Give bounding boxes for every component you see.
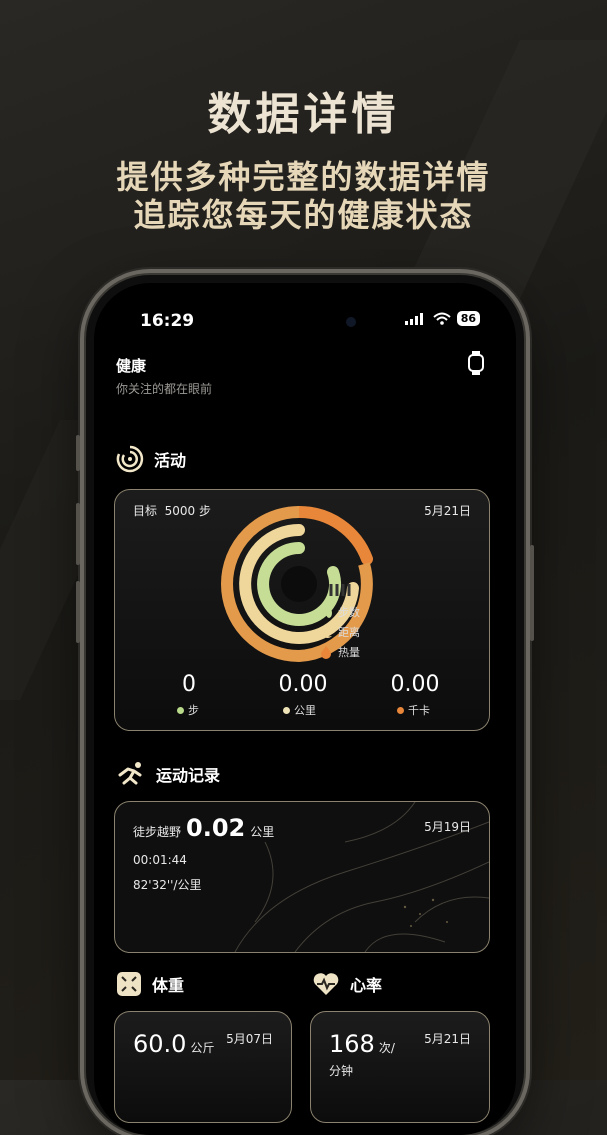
weight-reading: 60.0 公斤 (133, 1030, 214, 1058)
activity-rings-icon (116, 445, 144, 473)
workout-duration: 00:01:44 (133, 853, 187, 867)
page-subtitle: 你关注的都在眼前 (116, 382, 213, 396)
distance-value: 0.00 (278, 672, 328, 697)
legend-steps: 步数 (319, 602, 360, 622)
calories-unit: 千卡 (397, 702, 430, 718)
volume-up-button (76, 503, 80, 565)
distance-unit: 公里 (283, 702, 316, 718)
activity-date: 5月21日 (424, 504, 471, 518)
weight-title: 体重 (152, 976, 185, 995)
page-title: 健康 (116, 357, 147, 375)
moon-icon (321, 625, 332, 638)
scale-icon (117, 972, 141, 996)
workout-type: 徒步越野 (133, 825, 182, 839)
battery-indicator: 86 (456, 311, 480, 326)
legend-calories-label: 热量 (338, 646, 360, 659)
legend-steps-label: 步数 (338, 606, 360, 619)
promo-line-2: 追踪您每天的健康状态 (133, 196, 474, 234)
heart-reading: 168 次/ (329, 1030, 395, 1058)
steps-unit: 步 (177, 702, 199, 718)
running-icon (118, 762, 142, 785)
heart-unit-top: 次/ (378, 1041, 395, 1055)
heart-date: 5月21日 (424, 1032, 471, 1046)
goal-row: 目标 5000 步 (133, 502, 211, 519)
workout-summary: 徒步越野 0.02 公里 (133, 814, 274, 842)
legend-distance-label: 距离 (338, 626, 360, 639)
distance-unit-label: 公里 (294, 704, 316, 717)
steps-value: 0 (182, 672, 196, 697)
steps-dot (177, 706, 184, 714)
activity-title: 活动 (154, 451, 187, 470)
weight-unit: 公斤 (190, 1041, 215, 1055)
heart-rate-icon (313, 973, 339, 995)
heart-value: 168 (329, 1030, 375, 1058)
activity-legend: 步数 距离 热量 (319, 602, 360, 662)
promo-headline: 数据详情 (207, 89, 400, 140)
status-time: 16:29 (140, 311, 195, 331)
footprint-icon (320, 606, 332, 618)
calories-value: 0.00 (390, 672, 440, 697)
weight-value: 60.0 (133, 1030, 187, 1058)
heart-card[interactable]: 168 次/ 分钟 5月21日 (310, 1011, 490, 1123)
status-icons: 86 (404, 311, 480, 326)
power-button (530, 545, 534, 641)
workout-distance: 0.02 (186, 814, 246, 842)
distance-dot (283, 706, 290, 714)
action-button (76, 435, 80, 471)
legend-distance: 距离 (319, 622, 360, 642)
workout-card[interactable]: 徒步越野 0.02 公里 5月19日 00:01:44 82'32''/公里 (114, 801, 490, 953)
legend-calories: 热量 (319, 642, 360, 662)
calories-unit-label: 千卡 (408, 704, 430, 717)
camera-dot (346, 317, 356, 327)
calories-dot (397, 706, 404, 714)
watch-icon[interactable] (468, 351, 484, 375)
goal-label: 目标 (133, 504, 158, 518)
workout-date: 5月19日 (424, 820, 471, 834)
activity-section-header: 活动 (116, 445, 186, 473)
wifi-icon (433, 312, 451, 325)
steps-unit-label: 步 (188, 704, 199, 717)
weight-section-header: 体重 (116, 971, 184, 997)
workout-distance-unit: 公里 (250, 825, 275, 839)
signal-icon (404, 312, 423, 325)
goal-value: 5000 步 (164, 504, 212, 518)
rings-center (281, 566, 317, 602)
phone-screen: 16:29 86 健康 你关注的都在眼前 活动 目标 5000 步 5月21日 … (94, 283, 516, 1135)
workout-section-header: 运动记录 (116, 761, 220, 787)
workout-title: 运动记录 (156, 766, 221, 785)
activity-card[interactable]: 目标 5000 步 5月21日 步数 距离 热量 0 0.00 0.00 步 公… (114, 489, 490, 731)
heart-unit-bottom: 分钟 (329, 1064, 354, 1078)
heart-section-header: 心率 (312, 971, 382, 997)
weight-card[interactable]: 60.0 公斤 5月07日 (114, 1011, 292, 1123)
weight-date: 5月07日 (226, 1032, 273, 1046)
volume-down-button (76, 581, 80, 643)
phone-frame: 16:29 86 健康 你关注的都在眼前 活动 目标 5000 步 5月21日 … (76, 275, 534, 1135)
heart-title: 心率 (350, 976, 383, 995)
workout-pace: 82'32''/公里 (133, 878, 202, 892)
flame-icon (321, 646, 331, 659)
calories-ring (293, 505, 373, 565)
